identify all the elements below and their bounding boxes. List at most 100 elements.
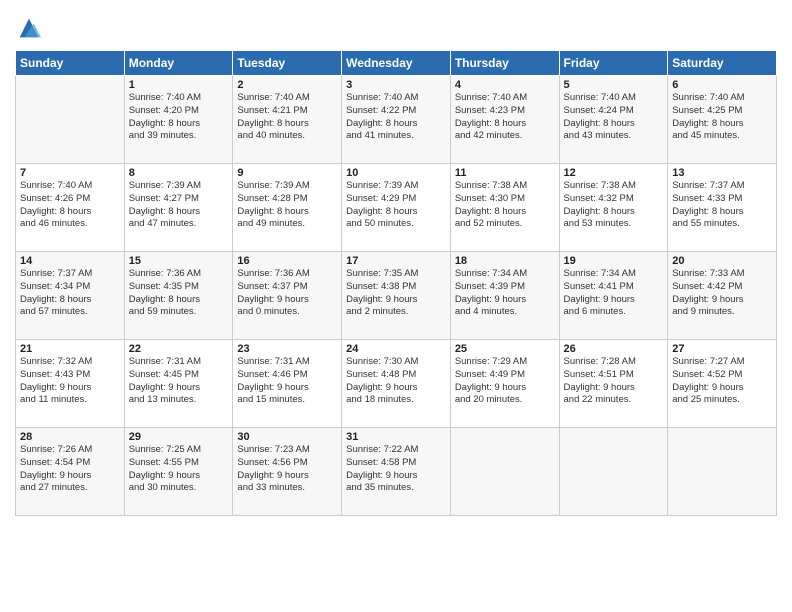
day-number: 7 (20, 167, 120, 179)
calendar-cell (559, 428, 668, 516)
calendar-cell: 28Sunrise: 7:26 AM Sunset: 4:54 PM Dayli… (16, 428, 125, 516)
calendar-cell: 19Sunrise: 7:34 AM Sunset: 4:41 PM Dayli… (559, 252, 668, 340)
week-row-1: 1Sunrise: 7:40 AM Sunset: 4:20 PM Daylig… (16, 76, 777, 164)
cell-content: Sunrise: 7:30 AM Sunset: 4:48 PM Dayligh… (346, 356, 446, 407)
day-number: 29 (129, 431, 229, 443)
calendar-cell: 20Sunrise: 7:33 AM Sunset: 4:42 PM Dayli… (668, 252, 777, 340)
cell-content: Sunrise: 7:34 AM Sunset: 4:39 PM Dayligh… (455, 268, 555, 319)
cell-content: Sunrise: 7:40 AM Sunset: 4:20 PM Dayligh… (129, 92, 229, 143)
col-header-tuesday: Tuesday (233, 51, 342, 76)
cell-content: Sunrise: 7:35 AM Sunset: 4:38 PM Dayligh… (346, 268, 446, 319)
week-row-5: 28Sunrise: 7:26 AM Sunset: 4:54 PM Dayli… (16, 428, 777, 516)
calendar-cell: 14Sunrise: 7:37 AM Sunset: 4:34 PM Dayli… (16, 252, 125, 340)
col-header-saturday: Saturday (668, 51, 777, 76)
cell-content: Sunrise: 7:31 AM Sunset: 4:46 PM Dayligh… (237, 356, 337, 407)
day-number: 22 (129, 343, 229, 355)
cell-content: Sunrise: 7:33 AM Sunset: 4:42 PM Dayligh… (672, 268, 772, 319)
day-number: 11 (455, 167, 555, 179)
day-number: 3 (346, 79, 446, 91)
calendar-cell: 16Sunrise: 7:36 AM Sunset: 4:37 PM Dayli… (233, 252, 342, 340)
cell-content: Sunrise: 7:37 AM Sunset: 4:34 PM Dayligh… (20, 268, 120, 319)
col-header-sunday: Sunday (16, 51, 125, 76)
day-number: 30 (237, 431, 337, 443)
cell-content: Sunrise: 7:22 AM Sunset: 4:58 PM Dayligh… (346, 444, 446, 495)
cell-content: Sunrise: 7:34 AM Sunset: 4:41 PM Dayligh… (564, 268, 664, 319)
day-number: 15 (129, 255, 229, 267)
cell-content: Sunrise: 7:39 AM Sunset: 4:28 PM Dayligh… (237, 180, 337, 231)
day-number: 12 (564, 167, 664, 179)
cell-content: Sunrise: 7:40 AM Sunset: 4:25 PM Dayligh… (672, 92, 772, 143)
calendar-cell: 26Sunrise: 7:28 AM Sunset: 4:51 PM Dayli… (559, 340, 668, 428)
day-number: 18 (455, 255, 555, 267)
calendar-cell: 30Sunrise: 7:23 AM Sunset: 4:56 PM Dayli… (233, 428, 342, 516)
day-number: 24 (346, 343, 446, 355)
calendar-cell: 11Sunrise: 7:38 AM Sunset: 4:30 PM Dayli… (450, 164, 559, 252)
day-number: 10 (346, 167, 446, 179)
day-number: 16 (237, 255, 337, 267)
calendar-cell: 8Sunrise: 7:39 AM Sunset: 4:27 PM Daylig… (124, 164, 233, 252)
day-number: 25 (455, 343, 555, 355)
cell-content: Sunrise: 7:40 AM Sunset: 4:22 PM Dayligh… (346, 92, 446, 143)
cell-content: Sunrise: 7:29 AM Sunset: 4:49 PM Dayligh… (455, 356, 555, 407)
week-row-2: 7Sunrise: 7:40 AM Sunset: 4:26 PM Daylig… (16, 164, 777, 252)
calendar-cell (668, 428, 777, 516)
col-header-friday: Friday (559, 51, 668, 76)
col-header-wednesday: Wednesday (342, 51, 451, 76)
week-row-4: 21Sunrise: 7:32 AM Sunset: 4:43 PM Dayli… (16, 340, 777, 428)
cell-content: Sunrise: 7:40 AM Sunset: 4:23 PM Dayligh… (455, 92, 555, 143)
calendar-cell: 4Sunrise: 7:40 AM Sunset: 4:23 PM Daylig… (450, 76, 559, 164)
day-number: 1 (129, 79, 229, 91)
cell-content: Sunrise: 7:38 AM Sunset: 4:32 PM Dayligh… (564, 180, 664, 231)
calendar-cell: 13Sunrise: 7:37 AM Sunset: 4:33 PM Dayli… (668, 164, 777, 252)
day-number: 14 (20, 255, 120, 267)
day-number: 27 (672, 343, 772, 355)
calendar-cell: 25Sunrise: 7:29 AM Sunset: 4:49 PM Dayli… (450, 340, 559, 428)
calendar-cell: 2Sunrise: 7:40 AM Sunset: 4:21 PM Daylig… (233, 76, 342, 164)
cell-content: Sunrise: 7:25 AM Sunset: 4:55 PM Dayligh… (129, 444, 229, 495)
page: SundayMondayTuesdayWednesdayThursdayFrid… (0, 0, 792, 612)
calendar-cell: 22Sunrise: 7:31 AM Sunset: 4:45 PM Dayli… (124, 340, 233, 428)
day-number: 17 (346, 255, 446, 267)
day-number: 21 (20, 343, 120, 355)
day-number: 19 (564, 255, 664, 267)
logo-icon (15, 14, 43, 42)
day-number: 28 (20, 431, 120, 443)
calendar-cell: 1Sunrise: 7:40 AM Sunset: 4:20 PM Daylig… (124, 76, 233, 164)
cell-content: Sunrise: 7:36 AM Sunset: 4:37 PM Dayligh… (237, 268, 337, 319)
cell-content: Sunrise: 7:39 AM Sunset: 4:27 PM Dayligh… (129, 180, 229, 231)
cell-content: Sunrise: 7:36 AM Sunset: 4:35 PM Dayligh… (129, 268, 229, 319)
cell-content: Sunrise: 7:40 AM Sunset: 4:21 PM Dayligh… (237, 92, 337, 143)
calendar-cell: 27Sunrise: 7:27 AM Sunset: 4:52 PM Dayli… (668, 340, 777, 428)
day-number: 2 (237, 79, 337, 91)
day-number: 8 (129, 167, 229, 179)
logo (15, 14, 45, 42)
calendar-cell: 6Sunrise: 7:40 AM Sunset: 4:25 PM Daylig… (668, 76, 777, 164)
col-header-thursday: Thursday (450, 51, 559, 76)
day-number: 26 (564, 343, 664, 355)
calendar-cell: 12Sunrise: 7:38 AM Sunset: 4:32 PM Dayli… (559, 164, 668, 252)
cell-content: Sunrise: 7:27 AM Sunset: 4:52 PM Dayligh… (672, 356, 772, 407)
calendar-cell: 15Sunrise: 7:36 AM Sunset: 4:35 PM Dayli… (124, 252, 233, 340)
calendar-cell: 7Sunrise: 7:40 AM Sunset: 4:26 PM Daylig… (16, 164, 125, 252)
day-number: 5 (564, 79, 664, 91)
cell-content: Sunrise: 7:28 AM Sunset: 4:51 PM Dayligh… (564, 356, 664, 407)
calendar-cell: 9Sunrise: 7:39 AM Sunset: 4:28 PM Daylig… (233, 164, 342, 252)
header-row: SundayMondayTuesdayWednesdayThursdayFrid… (16, 51, 777, 76)
cell-content: Sunrise: 7:38 AM Sunset: 4:30 PM Dayligh… (455, 180, 555, 231)
day-number: 6 (672, 79, 772, 91)
calendar-cell: 21Sunrise: 7:32 AM Sunset: 4:43 PM Dayli… (16, 340, 125, 428)
day-number: 9 (237, 167, 337, 179)
calendar-cell: 10Sunrise: 7:39 AM Sunset: 4:29 PM Dayli… (342, 164, 451, 252)
calendar-cell: 24Sunrise: 7:30 AM Sunset: 4:48 PM Dayli… (342, 340, 451, 428)
calendar-cell: 3Sunrise: 7:40 AM Sunset: 4:22 PM Daylig… (342, 76, 451, 164)
header (15, 10, 777, 42)
week-row-3: 14Sunrise: 7:37 AM Sunset: 4:34 PM Dayli… (16, 252, 777, 340)
col-header-monday: Monday (124, 51, 233, 76)
day-number: 4 (455, 79, 555, 91)
calendar-cell (450, 428, 559, 516)
cell-content: Sunrise: 7:40 AM Sunset: 4:24 PM Dayligh… (564, 92, 664, 143)
calendar-cell: 23Sunrise: 7:31 AM Sunset: 4:46 PM Dayli… (233, 340, 342, 428)
calendar-cell: 29Sunrise: 7:25 AM Sunset: 4:55 PM Dayli… (124, 428, 233, 516)
cell-content: Sunrise: 7:26 AM Sunset: 4:54 PM Dayligh… (20, 444, 120, 495)
day-number: 20 (672, 255, 772, 267)
